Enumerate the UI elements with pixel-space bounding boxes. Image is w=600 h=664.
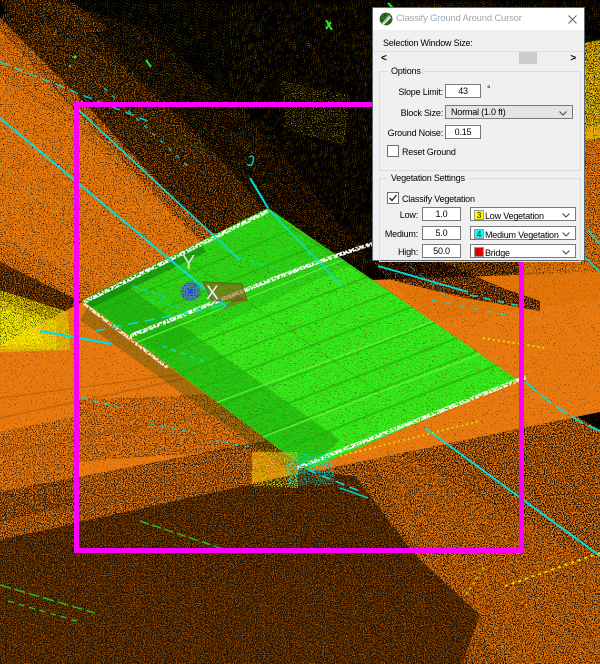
svg-text:Y: Y (182, 252, 195, 274)
svg-text:X: X (206, 283, 219, 304)
